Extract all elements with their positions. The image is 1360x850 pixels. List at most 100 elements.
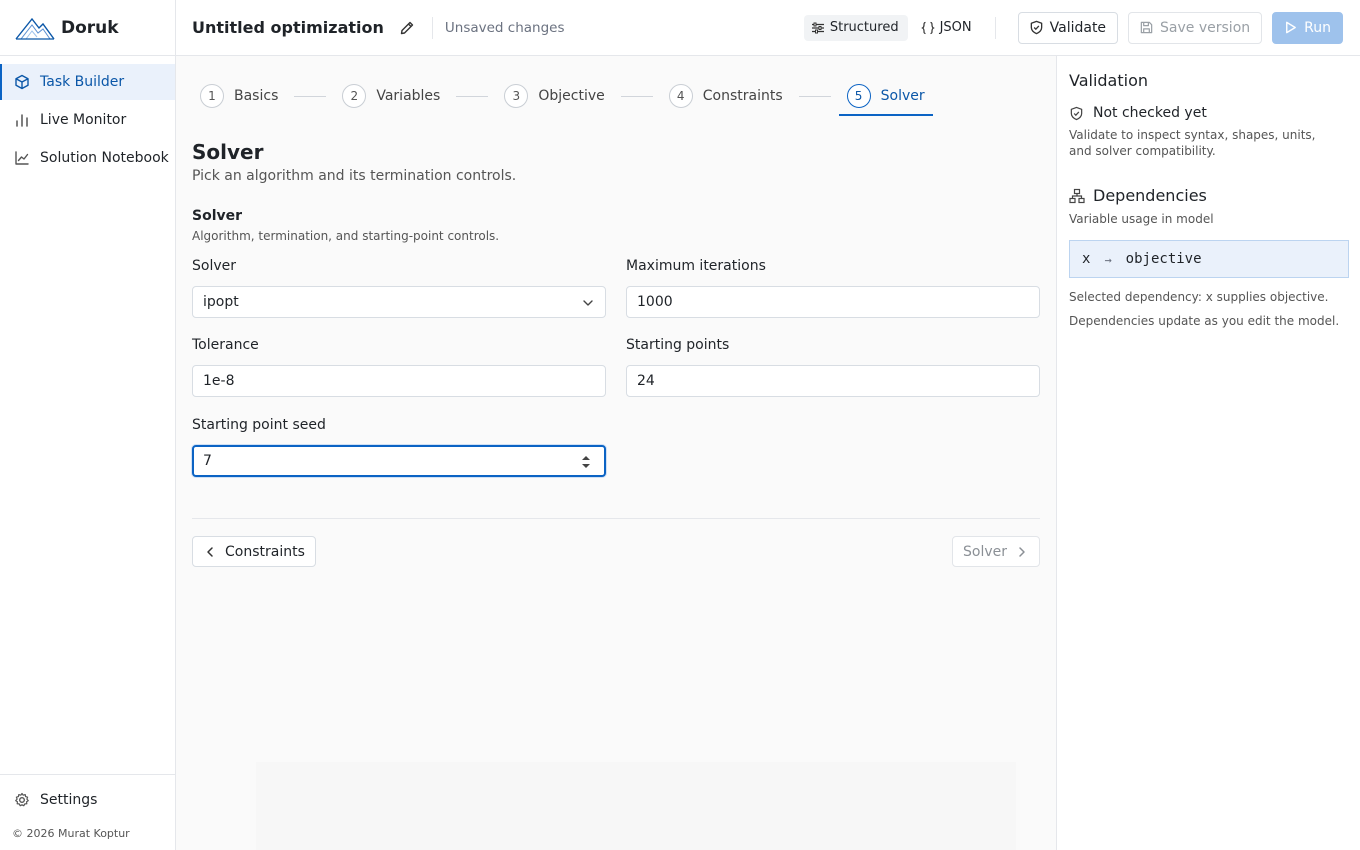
- sidebar-item-label: Task Builder: [40, 74, 125, 90]
- validate-button[interactable]: Validate: [1017, 11, 1119, 44]
- dependency-edge[interactable]: x → objective: [1069, 240, 1349, 278]
- starting-points-field: Starting points 24: [626, 337, 1040, 397]
- step-connector: [620, 95, 653, 97]
- dependencies-subtitle: Variable usage in model: [1069, 212, 1214, 226]
- seed-field: Starting point seed 7: [192, 417, 606, 477]
- topbar-actions: Structured JSON Validate Save version Ru…: [803, 11, 1360, 44]
- step-constraints[interactable]: 4 Constraints: [661, 77, 791, 115]
- pencil-icon: [400, 21, 414, 34]
- starting-points-value: 24: [637, 373, 655, 389]
- copyright: © 2026 Murat Koptur: [12, 827, 130, 840]
- sidebar-item-settings[interactable]: Settings: [0, 775, 175, 825]
- max-iterations-value: 1000: [637, 294, 673, 310]
- step-label: Constraints: [702, 88, 783, 104]
- play-icon: [1286, 21, 1297, 34]
- next-step-button[interactable]: Solver: [952, 536, 1040, 567]
- sidebar-item-solution-notebook[interactable]: Solution Notebook: [0, 140, 175, 176]
- stepper: 1 Basics 2 Variables 3 Objective 4 Const…: [192, 77, 933, 116]
- step-number: 4: [668, 84, 693, 108]
- save-icon: [1140, 21, 1153, 34]
- sidebar-item-task-builder[interactable]: Task Builder: [0, 64, 175, 100]
- previous-step-button[interactable]: Constraints: [192, 536, 316, 567]
- next-step-label: Solver: [963, 543, 1007, 560]
- mode-json-button[interactable]: JSON: [914, 15, 981, 41]
- chevron-right-icon: [1019, 546, 1025, 557]
- dependencies-note: Dependencies update as you edit the mode…: [1069, 314, 1340, 328]
- divider: [431, 16, 433, 39]
- step-label: Solver: [880, 88, 925, 104]
- sidebar-nav: Task Builder Live Monitor Solution Noteb…: [0, 56, 175, 176]
- mode-structured-button[interactable]: Structured: [803, 14, 908, 41]
- step-number: 2: [342, 84, 367, 108]
- shield-check-icon: [1030, 20, 1042, 35]
- page-subtitle: Pick an algorithm and its termination co…: [192, 168, 517, 184]
- main-content: 1 Basics 2 Variables 3 Objective 4 Const…: [176, 56, 1056, 850]
- step-connector: [456, 95, 489, 97]
- step-basics[interactable]: 1 Basics: [192, 77, 286, 115]
- rename-button[interactable]: [396, 17, 418, 39]
- step-objective[interactable]: 3 Objective: [496, 77, 612, 115]
- dependency-target: objective: [1125, 251, 1202, 267]
- chevron-left-icon: [207, 546, 213, 557]
- group-subtitle: Algorithm, termination, and starting-poi…: [192, 229, 500, 243]
- sidebar: Doruk Task Builder Live Monitor Solution…: [0, 0, 176, 850]
- validation-status-text: Not checked yet: [1093, 105, 1207, 121]
- sidebar-item-label: Live Monitor: [40, 112, 127, 128]
- solver-label: Solver: [192, 258, 236, 274]
- gear-icon: [15, 792, 29, 807]
- tolerance-input[interactable]: 1e-8: [192, 365, 606, 397]
- run-label: Run: [1304, 19, 1331, 36]
- save-version-button[interactable]: Save version: [1128, 11, 1263, 44]
- hierarchy-icon: [1069, 188, 1085, 203]
- seed-value: 7: [203, 453, 212, 469]
- run-button[interactable]: Run: [1272, 11, 1343, 44]
- stepper-arrows-icon[interactable]: [580, 453, 592, 471]
- step-label: Objective: [538, 88, 605, 104]
- solver-value: ipopt: [203, 294, 239, 310]
- mountain-logo-icon: [15, 17, 55, 40]
- mode-json-label: JSON: [939, 20, 972, 35]
- starting-points-label: Starting points: [626, 337, 730, 353]
- divider: [994, 16, 996, 39]
- step-label: Variables: [376, 88, 441, 104]
- step-variables[interactable]: 2 Variables: [334, 77, 448, 115]
- sidebar-item-label: Solution Notebook: [40, 150, 169, 166]
- line-chart-icon: [15, 151, 29, 165]
- max-iterations-input[interactable]: 1000: [626, 286, 1040, 318]
- chevron-down-icon: [583, 300, 593, 306]
- solver-select[interactable]: ipopt: [192, 286, 606, 318]
- brand-name: Doruk: [61, 17, 119, 38]
- divider: [192, 518, 1040, 519]
- validation-status: Not checked yet: [1069, 105, 1207, 121]
- tolerance-field: Tolerance 1e-8: [192, 337, 606, 397]
- save-status: Unsaved changes: [444, 19, 565, 36]
- starting-points-input[interactable]: 24: [626, 365, 1040, 397]
- settings-label: Settings: [40, 792, 98, 808]
- dependencies-title-text: Dependencies: [1093, 186, 1207, 205]
- dependencies-title: Dependencies: [1069, 186, 1207, 205]
- save-version-label: Save version: [1160, 19, 1251, 36]
- selected-dependency-text: Selected dependency: x supplies objectiv…: [1069, 290, 1329, 304]
- step-solver[interactable]: 5 Solver: [838, 77, 933, 116]
- page-title: Solver: [192, 140, 264, 164]
- braces-icon: [920, 21, 935, 34]
- validation-panel: Validation Not checked yet Validate to i…: [1056, 56, 1360, 850]
- brand[interactable]: Doruk: [0, 0, 175, 56]
- sliders-icon: [811, 22, 824, 33]
- step-number: 5: [846, 84, 871, 108]
- step-number: 3: [504, 84, 529, 108]
- validation-hint: Validate to inspect syntax, shapes, unit…: [1069, 128, 1316, 158]
- group-title: Solver: [192, 208, 243, 224]
- empty-area: [256, 762, 1016, 850]
- validation-title: Validation: [1069, 71, 1149, 90]
- max-iterations-field: Maximum iterations 1000: [626, 258, 1040, 318]
- previous-step-label: Constraints: [225, 543, 305, 560]
- max-iterations-label: Maximum iterations: [626, 258, 766, 274]
- sidebar-footer: Settings © 2026 Murat Koptur: [0, 774, 175, 850]
- seed-input[interactable]: 7: [192, 445, 606, 477]
- cube-icon: [15, 74, 29, 90]
- sidebar-item-live-monitor[interactable]: Live Monitor: [0, 102, 175, 138]
- dependency-arrow: →: [1104, 253, 1112, 267]
- solver-field: Solver ipopt: [192, 258, 606, 318]
- seed-label: Starting point seed: [192, 417, 326, 433]
